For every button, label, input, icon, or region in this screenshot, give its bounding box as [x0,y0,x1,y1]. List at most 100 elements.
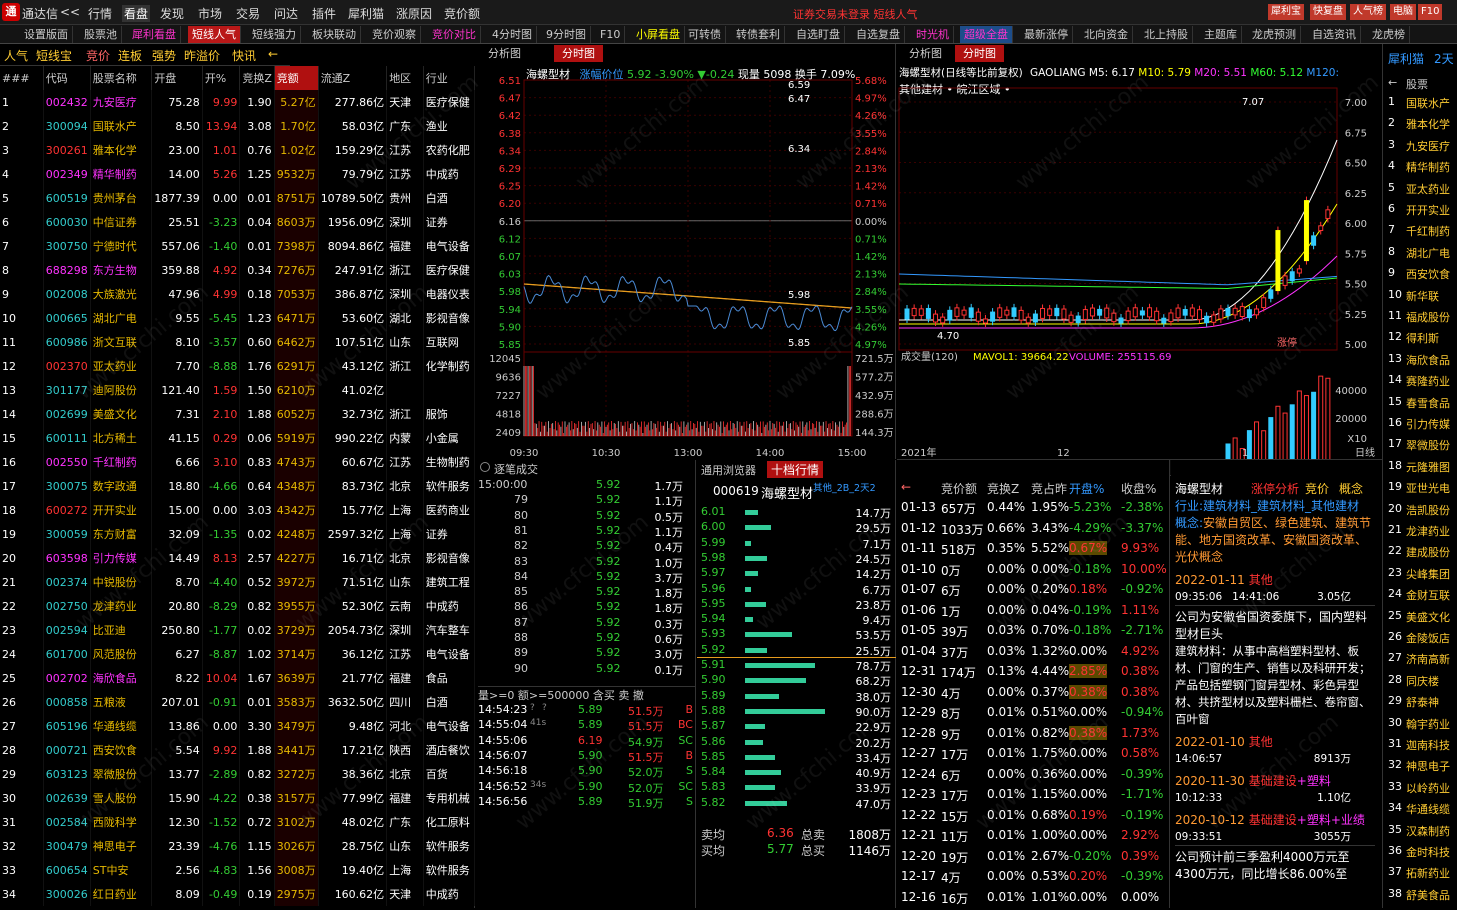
table-row[interactable]: 20 603598 引力传媒 14.49 8.13 2.57 4227万 16.71亿 北京 影视… [0,546,476,570]
tab-13[interactable]: 转债套利 [732,26,785,43]
gear-icon[interactable] [480,462,490,472]
tab-4[interactable]: 短线强力 [248,26,301,43]
hist-header-2[interactable]: 竞换Z [987,480,1019,497]
table-row[interactable]: 29 603123 翠微股份 13.77 -2.89 0.82 3272万 38.36亿 北京百… [0,762,476,786]
right-list-item[interactable]: 29 舒泰神 [1384,694,1457,709]
hist-row[interactable]: 01-07 6万 0.00% 0.20% 0.18% -0.92% [897,582,1169,602]
hist-row[interactable]: 01-13 657万 0.44% 1.95% -5.23% -2.38% [897,500,1169,520]
subtab-7[interactable]: ← [268,47,278,61]
col-header-9[interactable]: 行业 [423,66,476,90]
right-list-item[interactable]: 34 华通线缆 [1384,801,1457,816]
tab-5[interactable]: 板块联动 [308,26,361,43]
tab-20[interactable]: 北上持股 [1140,26,1193,43]
right-list-item[interactable]: 33 以岭药业 [1384,780,1457,795]
subtab-6[interactable]: 快讯 [232,47,256,64]
table-row[interactable]: 16 002550 千红制药 6.66 3.10 0.83 4743万 60.67亿 江苏 生物制… [0,450,476,474]
hist-header-4[interactable]: 开盘% [1069,480,1104,497]
right-list-item[interactable]: 26 金陵饭店 [1384,630,1457,645]
table-row[interactable]: 8 688298 东方生物 359.88 4.92 0.34 7276万 247.91亿 浙江医… [0,258,476,282]
tab-24[interactable]: 龙虎榜 [1368,26,1410,43]
hist-header-5[interactable]: 收盘% [1121,480,1156,497]
right-list-item[interactable]: 25 美盛文化 [1384,609,1457,624]
col-header-3[interactable]: 开盘 [151,66,203,90]
tab-8[interactable]: 4分时图 [488,26,537,43]
table-row[interactable]: 19 300059 东方财富 32.09 -1.35 0.02 4248万 2597.32亿上… [0,522,476,546]
tab-1[interactable]: 股票池 [80,26,122,43]
subtab-2[interactable]: 竞价 [86,47,110,64]
menu-item-kanpan[interactable]: 看盘 [122,5,151,22]
table-row[interactable]: 15 600111 北方稀土 41.15 0.29 0.06 5919万 990.22亿 内蒙小… [0,426,476,450]
right-list-item[interactable]: 14 赛隆药业 [1384,373,1457,388]
right-list-item[interactable]: 32 神思电子 [1384,758,1457,773]
right-list-item[interactable]: 8 湖北广电 [1384,245,1457,260]
tab-23[interactable]: 自选资讯 [1308,26,1361,43]
right-list-item[interactable]: 19 亚世光电 [1384,480,1457,495]
tab-9[interactable]: 9分时图 [542,26,591,43]
menu-item-jiaoyi[interactable]: 交易 [236,5,260,22]
hist-row[interactable]: 12-23 17万 0.01% 1.15% 0.00% -1.71% [897,787,1169,807]
news-item[interactable]: 2022-01-10 其他 14:06:57 8913万 [1175,734,1375,767]
right-list-item[interactable]: 22 建成股份 [1384,544,1457,559]
col-header-7[interactable]: 流通Z [318,66,388,90]
hist-row[interactable]: 12-30 4万 0.00% 0.37% 0.38% 0.38% [897,684,1169,705]
table-row[interactable]: 9 002008 大族激光 47.96 4.99 0.18 7053万 386.87亿 深圳 电器… [0,282,476,306]
right-list-item[interactable]: 2 雅本化学 [1384,116,1457,131]
hist-row[interactable]: 12-21 11万 0.01% 1.00% 0.00% 2.92% [897,828,1169,848]
table-row[interactable]: 25 002702 海欣食品 8.22 10.04 1.67 3639万 21.77亿 福建 食品 [0,666,476,690]
subtab-3[interactable]: 连板 [118,47,142,64]
table-row[interactable]: 24 601700 风范股份 6.27 -8.87 1.02 3714万 36.12亿 江苏 电气… [0,642,476,666]
table-row[interactable]: 26 000858 五粮液 207.01 -0.91 0.01 3583万 3632.50亿四… [0,690,476,714]
table-row[interactable]: 14 002699 美盛文化 7.31 2.10 1.88 6052万 32.73亿 浙江 服饰 [0,402,476,426]
table-row[interactable]: 7 300750 宁德时代 557.06 -1.40 0.01 7398万 8094.86亿福… [0,234,476,258]
subtab-4[interactable]: 强势 [152,47,176,64]
table-row[interactable]: 10 000665 湖北广电 9.55 -5.45 1.23 6471万 53.60亿 湖北 影视… [0,306,476,330]
hist-row[interactable]: 01-11 518万 0.35% 5.52% 0.67% 9.93% [897,541,1169,561]
hist-row[interactable]: 01-06 1万 0.00% 0.04% -0.19% 1.11% [897,603,1169,623]
hist-row[interactable]: 12-28 9万 0.01% 0.82% 0.38% 1.73% [897,725,1169,746]
menu-item-shichang[interactable]: 市场 [198,5,222,22]
table-row[interactable]: 31 002584 西陇科学 12.30 -1.52 0.72 3102万 48.02亿 广东化… [0,810,476,834]
hist-row[interactable]: 12-24 6万 0.00% 0.36% 0.00% -0.39% [897,767,1169,787]
right-list-item[interactable]: 3 九安医疗 [1384,138,1457,153]
right-list-item[interactable]: 36 金时科技 [1384,844,1457,859]
right-list-item[interactable]: 13 海欣食品 [1384,352,1457,367]
news-item[interactable]: 2020-11-30 基础建设+塑料 10:12:33 1.10亿 [1175,773,1375,806]
diannao-button[interactable]: 电脑 [1390,4,1416,20]
info-tab-1[interactable]: 竞价 [1305,480,1329,497]
tab-12[interactable]: 可转债 [684,26,726,43]
table-row[interactable]: 12 002370 亚太药业 7.70 -8.88 1.76 6291万 43.12亿 浙江 化学… [0,354,476,378]
right-list-item[interactable]: 5 亚太药业 [1384,181,1457,196]
right-list-item[interactable]: 6 开开实业 [1384,202,1457,217]
tab-18[interactable]: 最新涨停 [1020,26,1073,43]
table-row[interactable]: 22 002750 龙津药业 20.80 -8.29 0.82 3955万 52.30亿 云南中… [0,594,476,618]
menu-item-hangqing[interactable]: 行情 [88,5,112,22]
right-list-item[interactable]: 18 元隆雅图 [1384,459,1457,474]
table-row[interactable]: 6 600030 中信证券 25.51 -3.23 0.04 8603万 1956.09亿 深圳… [0,210,476,234]
tab-10[interactable]: F10 [596,26,626,43]
menu-item-jingjiae[interactable]: 竞价额 [444,5,480,22]
right-list-item[interactable]: 11 福成股份 [1384,309,1457,324]
right-list-item[interactable]: 27 济南高新 [1384,651,1457,666]
hist-header-1[interactable]: 竞价额 [941,480,977,497]
big-trade-filter[interactable]: 量>=0 额>=500000 含买 卖 撤 [478,686,696,703]
right-list-item[interactable]: 1 国联水产 [1384,95,1457,110]
col-header-2[interactable]: 股票名称 [90,66,153,90]
back-button[interactable]: << [60,5,80,19]
table-row[interactable]: 5 600519 贵州茅台 1877.39 0.00 0.01 8751万 10789.50亿… [0,186,476,210]
col-header-8[interactable]: 地区 [386,66,424,90]
table-row[interactable]: 18 600272 开开实业 15.00 0.00 3.03 4342万 15.77亿 上海 医药… [0,498,476,522]
right-list-item[interactable]: 7 千红制药 [1384,223,1457,238]
table-row[interactable]: 1 002432 九安医疗 75.28 9.99 1.90 5.27亿 277.86亿 天津 医疗… [0,90,476,114]
xilibao-button[interactable]: 犀利宝 [1268,4,1304,20]
subtab-1[interactable]: 短线宝 [36,47,72,64]
right-list-item[interactable]: 20 浩凯股份 [1384,502,1457,517]
col-header-1[interactable]: 代码 [43,66,91,90]
table-row[interactable]: 11 600986 浙文互联 8.10 -3.57 0.60 6462万 107.51亿 山东互… [0,330,476,354]
right-list-item[interactable]: 17 翠微股份 [1384,437,1457,452]
right-list-item[interactable]: 15 春雪食品 [1384,395,1457,410]
tab-14[interactable]: 自选盯盘 [792,26,845,43]
tab-21[interactable]: 主题库 [1200,26,1242,43]
hist-header-3[interactable]: 竞占昨 [1031,480,1067,497]
table-row[interactable]: 27 605196 华通线缆 13.86 0.00 3.30 3479万 9.48亿 河北 电气设… [0,714,476,738]
table-row[interactable]: 2 300094 国联水产 8.50 13.94 3.08 1.70亿 58.03亿 广东 渔业 [0,114,476,138]
